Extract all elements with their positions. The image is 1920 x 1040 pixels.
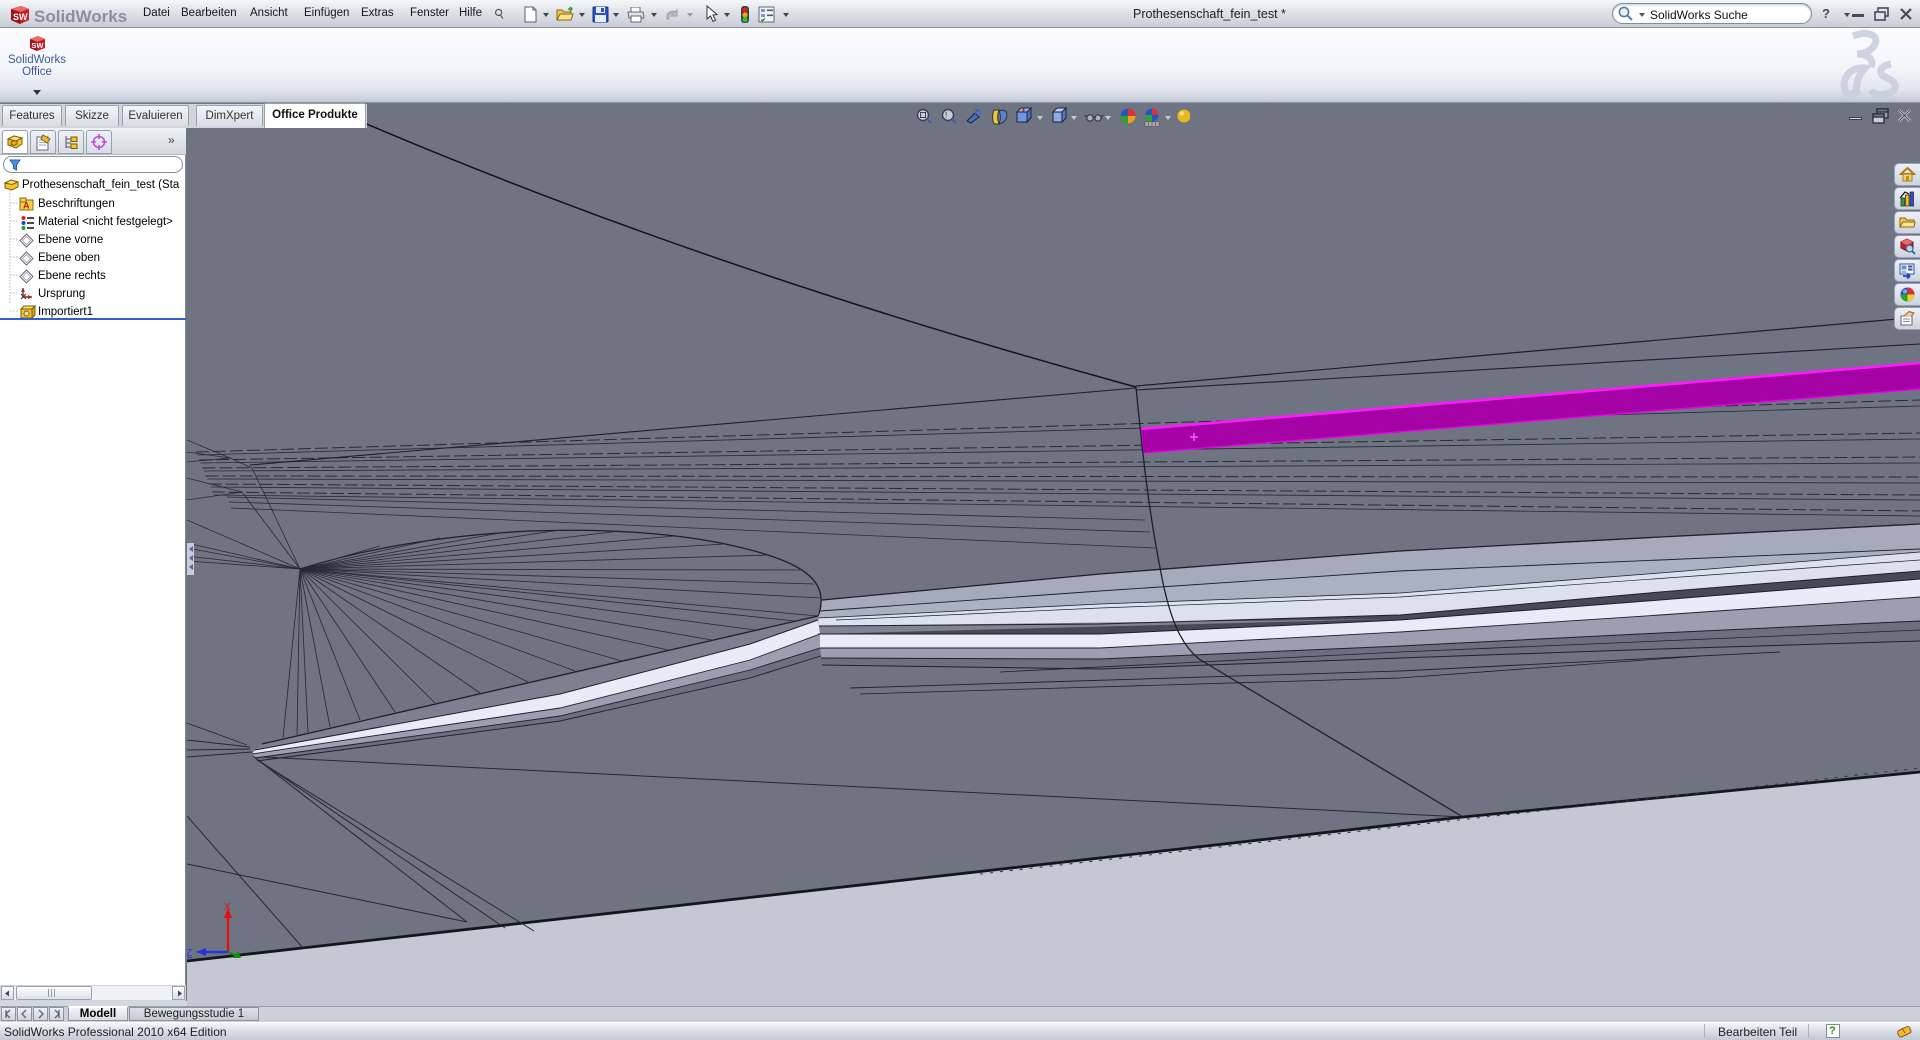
svg-text:Z: Z [187,948,192,959]
svg-text:X: X [224,902,231,913]
svg-text:Ebene rechts: Ebene rechts [38,270,106,282]
svg-text:SW: SW [13,12,28,22]
svg-text:Ebene vorne: Ebene vorne [38,234,103,246]
svg-text:Material <nicht festgelegt>: Material <nicht festgelegt> [38,216,173,228]
svg-text:SolidWorks: SolidWorks [34,7,127,26]
svg-text:Importiert1: Importiert1 [38,306,93,318]
svg-text:!: ! [945,111,947,120]
svg-text:Prothesenschaft_fein_test (St: Prothesenschaft_fein_test (Sta [22,179,180,191]
svg-text:Ursprung: Ursprung [38,288,85,300]
svg-text:A: A [23,201,30,211]
svg-text:Beschriftungen: Beschriftungen [38,198,115,210]
svg-text:SW: SW [31,41,44,50]
svg-text:Ebene oben: Ebene oben [38,252,100,264]
